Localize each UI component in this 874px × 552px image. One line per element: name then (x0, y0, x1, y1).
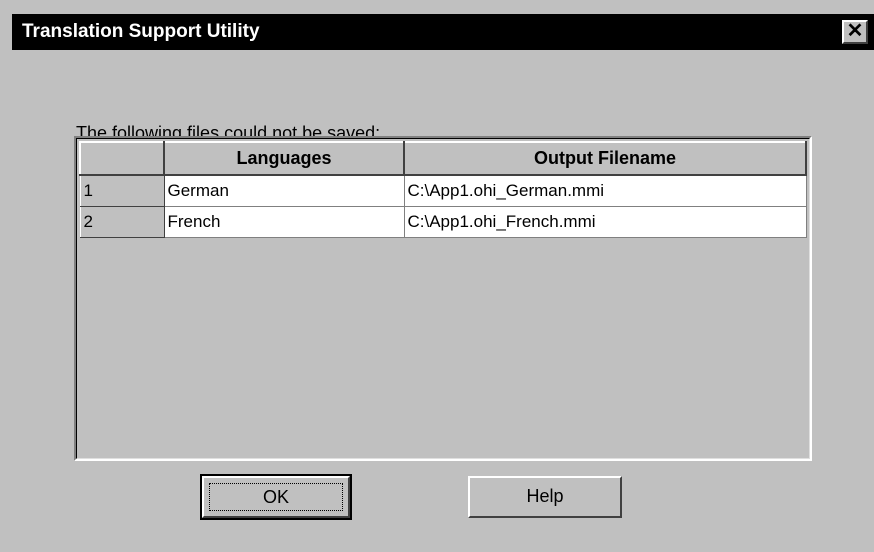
window-title: Translation Support Utility (22, 21, 260, 42)
table-row[interactable]: 2 French C:\App1.ohi_French.mmi (79, 205, 807, 238)
table-header-row: Languages Output Filename (79, 141, 807, 176)
failed-files-table: Languages Output Filename 1 German C:\Ap… (79, 141, 807, 238)
language-cell[interactable]: French (163, 205, 405, 238)
close-icon: ✕ (846, 20, 864, 42)
help-button[interactable]: Help (468, 476, 622, 518)
table-row[interactable]: 1 German C:\App1.ohi_German.mmi (79, 174, 807, 207)
column-header-languages[interactable]: Languages (163, 141, 405, 176)
ok-button-label: OK (209, 483, 343, 511)
failed-files-grid[interactable]: Languages Output Filename 1 German C:\Ap… (74, 136, 812, 461)
row-index-cell[interactable]: 1 (79, 174, 165, 207)
title-bar[interactable]: Translation Support Utility ✕ (12, 14, 874, 50)
filename-cell[interactable]: C:\App1.ohi_German.mmi (403, 174, 807, 207)
language-cell[interactable]: German (163, 174, 405, 207)
ok-button[interactable]: OK (200, 474, 352, 520)
column-header-index[interactable] (79, 141, 165, 176)
filename-cell[interactable]: C:\App1.ohi_French.mmi (403, 205, 807, 238)
dialog-window: Translation Support Utility ✕ The follow… (0, 0, 874, 552)
column-header-output-filename[interactable]: Output Filename (403, 141, 807, 176)
close-button[interactable]: ✕ (842, 20, 868, 44)
row-index-cell[interactable]: 2 (79, 205, 165, 238)
